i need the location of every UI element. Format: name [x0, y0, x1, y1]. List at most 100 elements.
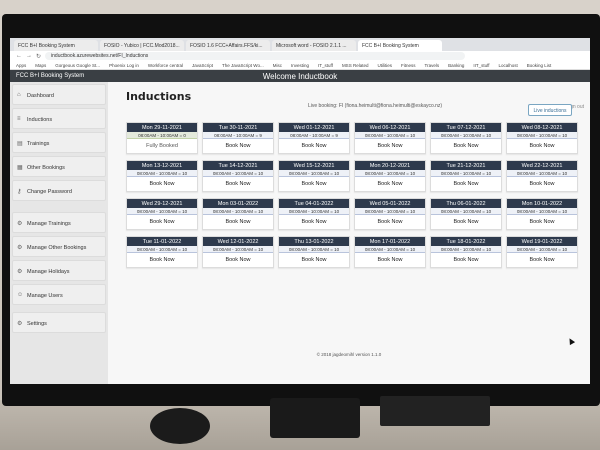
bookmark-item[interactable]: The JavaScript Wo...	[222, 63, 264, 68]
bookmark-item[interactable]: IIT_stuff	[473, 63, 489, 68]
induction-card: Mon 13-12-2021 08:00AM - 10:00AM = 10 Book…	[126, 160, 198, 192]
book-now-button[interactable]: Book Now	[279, 253, 349, 263]
book-now-button[interactable]: Book Now	[507, 177, 577, 187]
bookmark-item[interactable]: Maps	[35, 63, 46, 68]
book-now-button[interactable]: Book Now	[507, 139, 577, 149]
card-time-slot: 08:00AM - 10:00AM = 10	[203, 208, 273, 215]
bookmark-item[interactable]: Fitness	[401, 63, 416, 68]
card-time-slot: 08:00AM - 10:00AM = 9	[279, 132, 349, 139]
home-icon: ⌂	[17, 92, 21, 98]
induction-card: Wed 01-12-2021 08:00AM - 10:00AM = 9 Book …	[278, 122, 350, 154]
book-now-button[interactable]: Book Now	[203, 177, 273, 187]
card-time-slot: 08:00AM - 10:00AM = 10	[203, 246, 273, 253]
card-time-slot: 08:00AM - 10:00AM = 10	[355, 208, 425, 215]
book-now-button[interactable]: Book Now	[507, 253, 577, 263]
book-now-button[interactable]: Book Now	[127, 177, 197, 187]
bookmark-item[interactable]: Misc	[273, 63, 282, 68]
browser-tab[interactable]: FOSIO 1.6 FCC+Affairs.FFS/ki...	[186, 40, 270, 51]
sidebar-item-manage-holidays[interactable]: ⚙ Manage Holidays	[12, 260, 106, 281]
card-date: Tue 14-12-2021	[203, 161, 273, 170]
book-now-button[interactable]: Book Now	[431, 177, 501, 187]
browser-tab[interactable]: FOSIO - Yubico | FCC.Mod2018...	[100, 40, 184, 51]
card-time-slot: 08:00AM - 10:00AM = 10	[203, 170, 273, 177]
users-icon: ☺	[17, 292, 24, 298]
url-input[interactable]: inductbook.azurewebsites.net/FI_Inductio…	[45, 52, 466, 60]
book-now-button[interactable]: Book Now	[203, 215, 273, 225]
book-now-button[interactable]: Book Now	[279, 215, 349, 225]
book-now-button[interactable]: Book Now	[279, 177, 349, 187]
sidebar-item-manage-other-bookings[interactable]: ⚙ Manage Other Bookings	[12, 236, 106, 257]
book-now-button[interactable]: Book Now	[507, 215, 577, 225]
bookmark-item[interactable]: Gorgeous Google St...	[55, 63, 100, 68]
book-now-button[interactable]: Book Now	[355, 139, 425, 149]
bookmark-item[interactable]: Phoenix Log in	[109, 63, 139, 68]
induction-card: Thu 06-01-2022 08:00AM - 10:00AM = 10 Book…	[430, 198, 502, 230]
card-time-slot: 08:00AM - 10:00AM = 10	[279, 208, 349, 215]
book-now-button[interactable]: Book Now	[127, 215, 197, 225]
book-now-button[interactable]: Book Now	[431, 253, 501, 263]
copyright-text: © 2018 jagdeomihl version 1.1.0	[316, 352, 382, 357]
bookmark-item[interactable]: Apps	[16, 63, 26, 68]
card-date: Thu 13-01-2022	[279, 237, 349, 246]
card-time-slot: 08:00AM - 10:00AM = 10	[355, 170, 425, 177]
fully-booked-label: Fully Booked	[146, 143, 178, 149]
sidebar-item-other-bookings[interactable]: ▦ Other Bookings	[12, 156, 106, 177]
cog-icon: ⚙	[17, 245, 23, 251]
induction-card: Tue 14-12-2021 08:00AM - 10:00AM = 10 Book…	[202, 160, 274, 192]
card-date: Tue 30-11-2021	[203, 123, 273, 132]
bookmark-item[interactable]: JavaScript	[192, 63, 213, 68]
bookmark-item[interactable]: Banking	[448, 63, 464, 68]
sidebar-item-manage-users[interactable]: ☺ Manage Users	[12, 284, 106, 305]
card-date: Mon 03-01-2022	[203, 199, 273, 208]
sidebar-item-change-password[interactable]: ⚷ Change Password	[12, 180, 106, 201]
browser-tab[interactable]: Microsoft word - FOSIO 2.1.1 ...	[272, 40, 356, 51]
card-time-slot: 08:00AM - 10:00AM = 0	[127, 132, 197, 139]
card-time-slot: 08:00AM - 10:00AM = 10	[355, 132, 425, 139]
induction-card: Tue 07-12-2021 08:00AM - 10:00AM = 10 Book…	[430, 122, 502, 154]
sidebar-item-settings[interactable]: ⚙ Settings	[12, 312, 106, 333]
welcome-title: Welcome Inductbook	[262, 72, 338, 81]
bookmark-item[interactable]: Travels	[424, 63, 439, 68]
screen: FCC B+I Booking System FOSIO - Yubico | F…	[10, 38, 590, 384]
book-now-button[interactable]: Book Now	[127, 253, 197, 263]
card-time-slot: 08:00AM - 10:00AM = 10	[279, 246, 349, 253]
docking-station	[380, 396, 490, 426]
bookmark-item[interactable]: Investing	[291, 63, 309, 68]
sidebar-item-trainings[interactable]: ▤ Trainings	[12, 132, 106, 153]
book-now-button[interactable]: Book Now	[355, 253, 425, 263]
back-icon[interactable]: ←	[16, 53, 22, 59]
bookmark-item[interactable]: Utilities	[377, 63, 392, 68]
forward-icon[interactable]: →	[26, 53, 32, 59]
sidebar-item-inductions[interactable]: ≡ Inductions	[12, 108, 106, 129]
bookmark-item[interactable]: IT_stuff	[318, 63, 333, 68]
main-content: Sign out Inductions Live booking: FI (fi…	[108, 82, 590, 384]
browser-tab[interactable]: FCC B+I Booking System	[358, 40, 442, 51]
induction-card: Mon 03-01-2022 08:00AM - 10:00AM = 10 Book…	[202, 198, 274, 230]
reload-icon[interactable]: ↻	[36, 53, 41, 60]
sidebar-item-label: Inductions	[27, 117, 53, 123]
bookmark-item[interactable]: MSS Related	[342, 63, 369, 68]
book-now-button[interactable]: Book Now	[279, 139, 349, 149]
book-now-button[interactable]: Book Now	[203, 253, 273, 263]
browser-tab[interactable]: FCC B+I Booking System	[14, 40, 98, 51]
book-now-button[interactable]: Book Now	[431, 215, 501, 225]
book-icon: ▤	[17, 141, 23, 147]
bookmark-item[interactable]: Workforce central	[148, 63, 183, 68]
card-date: Wed 22-12-2021	[507, 161, 577, 170]
book-now-button[interactable]: Book Now	[355, 215, 425, 225]
sidebar-item-label: Settings	[27, 321, 47, 327]
bookmark-item[interactable]: Booking List	[527, 63, 552, 68]
live-inductions-button[interactable]: Live inductions	[528, 104, 572, 116]
book-now-button[interactable]: Book Now	[203, 139, 273, 149]
card-date: Wed 15-12-2021	[279, 161, 349, 170]
card-date: Wed 01-12-2021	[279, 123, 349, 132]
book-now-button[interactable]: Book Now	[355, 177, 425, 187]
induction-card: Tue 04-01-2022 08:00AM - 10:00AM = 10 Book…	[278, 198, 350, 230]
book-now-button[interactable]: Book Now	[431, 139, 501, 149]
sidebar-item-dashboard[interactable]: ⌂ Dashboard	[12, 84, 106, 105]
bookmark-item[interactable]: Localhost	[499, 63, 518, 68]
key-icon: ⚷	[17, 189, 22, 195]
card-date: Mon 10-01-2022	[507, 199, 577, 208]
sidebar-item-manage-trainings[interactable]: ⚙ Manage Trainings	[12, 212, 106, 233]
card-date: Wed 19-01-2022	[507, 237, 577, 246]
